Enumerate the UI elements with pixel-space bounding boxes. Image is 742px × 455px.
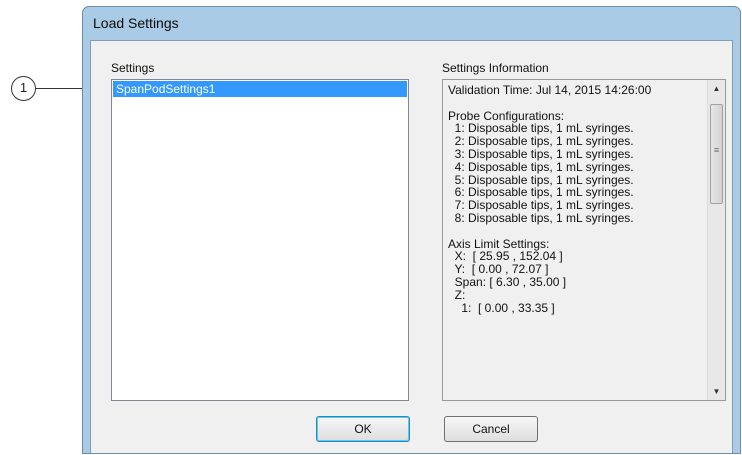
scroll-up-icon[interactable]: ▲ [708, 80, 725, 97]
cancel-button[interactable]: Cancel [444, 416, 538, 442]
dialog-title: Load Settings [93, 15, 179, 31]
settings-label: Settings [111, 61, 155, 75]
list-item-spanpodsettings1[interactable]: SpanPodSettings1 [113, 81, 407, 97]
settings-information-text: Validation Time: Jul 14, 2015 14:26:00 P… [448, 83, 652, 315]
settings-list[interactable]: SpanPodSettings1 [111, 79, 409, 401]
scroll-down-icon[interactable]: ▼ [708, 383, 725, 400]
scroll-thumb[interactable]: ≡ [710, 104, 723, 204]
grip-icon: ≡ [713, 145, 720, 155]
load-settings-dialog: Load Settings Settings SpanPodSettings1 … [82, 6, 741, 454]
dialog-titlebar[interactable]: Load Settings [83, 7, 740, 41]
settings-information-box[interactable]: Validation Time: Jul 14, 2015 14:26:00 P… [442, 79, 726, 401]
callout-number-1: 1 [11, 76, 36, 101]
vertical-scrollbar[interactable]: ▲ ≡ ▼ [707, 80, 725, 400]
dialog-body: Settings SpanPodSettings1 Settings Infor… [90, 40, 733, 453]
settings-information-label: Settings Information [442, 61, 549, 75]
ok-button[interactable]: OK [316, 416, 410, 442]
